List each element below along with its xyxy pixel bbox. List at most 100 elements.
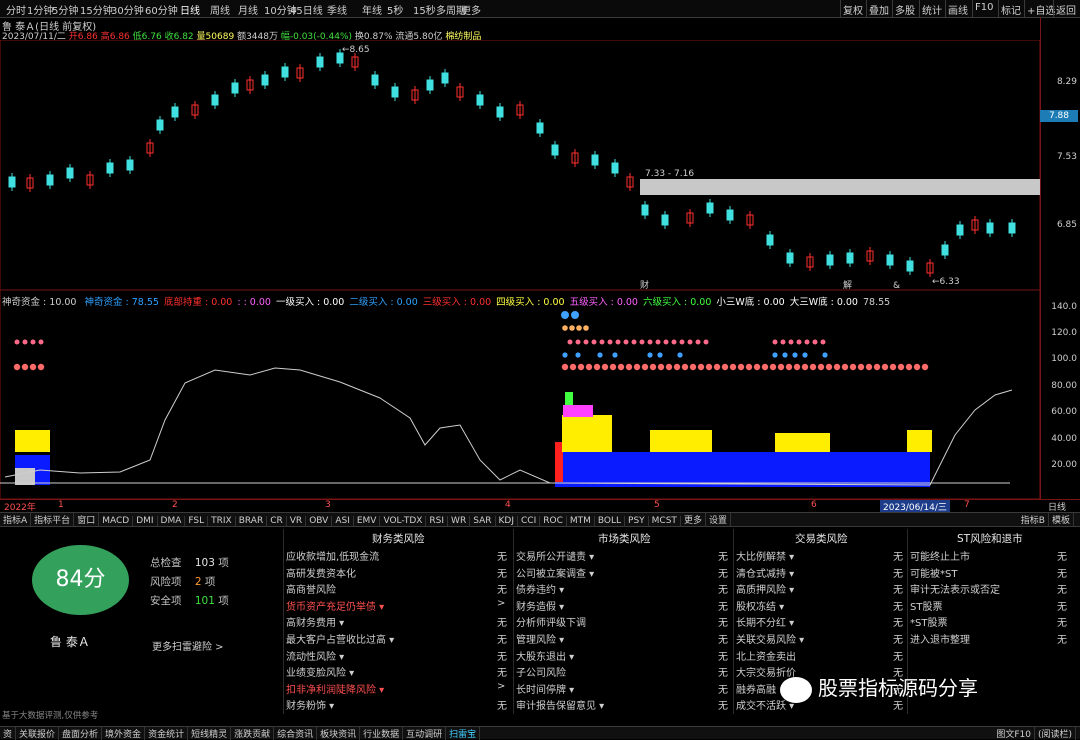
risk-item-label[interactable]: 关联交易风险 ▾ (736, 631, 804, 646)
indicator-tab-0[interactable]: 指标A (0, 513, 32, 526)
toolbar-button-7[interactable]: +自选 (1027, 2, 1055, 17)
indicator-tab-23[interactable]: PSY (625, 516, 649, 526)
risk-item-label[interactable]: 大股东退出 ▾ (516, 648, 574, 663)
toolbar-button-2[interactable]: 多股 (895, 2, 915, 17)
indicator-tab-2[interactable]: 窗口 (74, 513, 100, 526)
timeframe-tab-2[interactable]: 5分钟 (52, 2, 78, 17)
risk-item-label[interactable]: 长期不分红 ▾ (736, 614, 794, 629)
bottom-tab-10[interactable]: 互动调研 (403, 727, 447, 740)
indicator-tab-1[interactable]: 指标平台 (31, 513, 75, 526)
more-scan-link[interactable]: 更多扫雷避险 > (152, 638, 224, 653)
risk-item-label[interactable]: 扣非净利润陡降风险 ▾ (286, 681, 384, 696)
timeframe-tab-12[interactable]: 年线 (362, 2, 382, 17)
risk-item-label[interactable]: 大比例解禁 ▾ (736, 548, 794, 563)
risk-item-label[interactable]: 长时间停牌 ▾ (516, 681, 574, 696)
timeframe-tab-10[interactable]: 45日线 (290, 2, 323, 17)
bottom-tab-0[interactable]: 资 (0, 727, 17, 740)
risk-item-label[interactable]: 高质押风险 ▾ (736, 581, 794, 596)
risk-item-label[interactable]: 财务造假 ▾ (516, 598, 564, 613)
indicator-tab-13[interactable]: EMV (354, 516, 381, 526)
toolbar-button-6[interactable]: 标记 (1001, 2, 1021, 17)
risk-item-label[interactable]: 融券高融 (736, 681, 776, 696)
toolbar-button-0[interactable]: 复权 (843, 2, 863, 17)
indicator-tab-right-1[interactable]: 模板 (1049, 513, 1074, 526)
risk-item-label[interactable]: 管理风险 ▾ (516, 631, 564, 646)
timeframe-tab-6[interactable]: 日线 (180, 2, 200, 17)
timeframe-tab-14[interactable]: 15秒 (413, 2, 436, 17)
indicator-tab-20[interactable]: ROC (540, 516, 567, 526)
risk-item-label[interactable]: *ST股票 (910, 614, 947, 629)
risk-item-label[interactable]: 分析师评级下调 (516, 614, 586, 629)
indicator-tab-6[interactable]: FSL (185, 516, 209, 526)
risk-item-label[interactable]: 进入退市整理 (910, 631, 970, 646)
indicator-tab-right-0[interactable]: 指标B (1018, 513, 1049, 526)
bottom-right-1[interactable]: (阅读栏) (1035, 727, 1076, 740)
risk-item-label[interactable]: 流动性风险 ▾ (286, 648, 344, 663)
timeframe-tab-3[interactable]: 15分钟 (80, 2, 113, 17)
risk-item-label[interactable]: 业绩变脸风险 ▾ (286, 664, 354, 679)
timeframe-tab-5[interactable]: 60分钟 (145, 2, 178, 17)
indicator-tab-17[interactable]: SAR (470, 516, 496, 526)
timeframe-tab-11[interactable]: 季线 (327, 2, 347, 17)
risk-item-label[interactable]: 应收款增加,低现金流 (286, 548, 379, 563)
indicator-tab-25[interactable]: 更多 (681, 513, 706, 526)
indicator-tab-5[interactable]: DMA (158, 516, 186, 526)
bottom-tab-7[interactable]: 综合资讯 (274, 727, 318, 740)
risk-item-label[interactable]: 北上资金卖出 (736, 648, 796, 663)
timeframe-tab-13[interactable]: 5秒 (387, 2, 403, 17)
indicator-tab-7[interactable]: TRIX (208, 516, 236, 526)
risk-item-label[interactable]: ST股票 (910, 598, 942, 613)
risk-item-label[interactable]: 货币资产充足仍举债 ▾ (286, 598, 384, 613)
indicator-tab-24[interactable]: MCST (649, 516, 681, 526)
timeframe-tab-4[interactable]: 30分钟 (111, 2, 144, 17)
indicator-tab-12[interactable]: ASI (332, 516, 354, 526)
risk-item-label[interactable]: 交易所公开谴责 ▾ (516, 548, 594, 563)
risk-item-label[interactable]: 公司被立案调查 ▾ (516, 565, 594, 580)
indicator-tab-22[interactable]: BOLL (595, 516, 626, 526)
risk-item-label[interactable]: 清仓式减持 ▾ (736, 565, 794, 580)
timeframe-tab-1[interactable]: 1分钟 (27, 2, 53, 17)
indicator-tab-16[interactable]: WR (448, 516, 471, 526)
toolbar-button-5[interactable]: F10 (975, 2, 993, 13)
risk-item-label[interactable]: 股权冻结 ▾ (736, 598, 784, 613)
risk-item-label[interactable]: 债券违约 ▾ (516, 581, 564, 596)
indicator-tab-14[interactable]: VOL-TDX (380, 516, 427, 526)
toolbar-button-3[interactable]: 统计 (922, 2, 942, 17)
risk-item-label[interactable]: 最大客户占营收比过高 ▾ (286, 631, 394, 646)
indicator-tab-11[interactable]: OBV (306, 516, 333, 526)
timeframe-tab-8[interactable]: 月线 (238, 2, 258, 17)
risk-item-label[interactable]: 审计无法表示或否定 (910, 581, 1000, 596)
indicator-tab-10[interactable]: VR (287, 516, 307, 526)
risk-item-label[interactable]: 高研发费资本化 (286, 565, 356, 580)
bottom-tab-5[interactable]: 短线精灵 (188, 727, 232, 740)
bottom-tab-3[interactable]: 境外资金 (102, 727, 146, 740)
risk-item-label[interactable]: 审计报告保留意见 ▾ (516, 697, 604, 712)
timeframe-tab-7[interactable]: 周线 (210, 2, 230, 17)
bottom-tab-6[interactable]: 涨跌贡献 (231, 727, 275, 740)
timeframe-tab-16[interactable]: 更多 (461, 2, 481, 17)
risk-item-label[interactable]: 子公司风险 (516, 664, 566, 679)
risk-item-label[interactable]: 可能终止上市 (910, 548, 970, 563)
risk-item-label[interactable]: 财务粉饰 ▾ (286, 697, 334, 712)
risk-item-label[interactable]: 高财务费用 ▾ (286, 614, 344, 629)
indicator-tab-26[interactable]: 设置 (706, 513, 731, 526)
toolbar-button-1[interactable]: 叠加 (869, 2, 889, 17)
indicator-tab-8[interactable]: BRAR (236, 516, 268, 526)
indicator-tab-21[interactable]: MTM (567, 516, 595, 526)
indicator-tab-4[interactable]: DMI (133, 516, 158, 526)
bottom-tab-1[interactable]: 关联报价 (16, 727, 60, 740)
toolbar-button-8[interactable]: 返回 (1056, 2, 1076, 17)
risk-item-label[interactable]: 可能被*ST (910, 565, 957, 580)
timeframe-tab-0[interactable]: 分时 (6, 2, 26, 17)
bottom-tab-4[interactable]: 资金统计 (145, 727, 189, 740)
bottom-tab-11[interactable]: 扫雷宝 (446, 727, 481, 740)
indicator-tab-15[interactable]: RSI (426, 516, 449, 526)
bottom-tab-9[interactable]: 行业数据 (360, 727, 404, 740)
bottom-right-0[interactable]: 图文F10 (993, 727, 1035, 740)
candlestick-chart[interactable]: 7.33 - 7.16 ←8.65 ←6.33 财 解 & (0, 40, 1040, 499)
toolbar-button-4[interactable]: 画线 (948, 2, 968, 17)
indicator-tab-3[interactable]: MACD (99, 516, 134, 526)
indicator-tab-9[interactable]: CR (267, 516, 287, 526)
bottom-tab-2[interactable]: 盘面分析 (59, 727, 103, 740)
bottom-tab-8[interactable]: 板块资讯 (317, 727, 361, 740)
